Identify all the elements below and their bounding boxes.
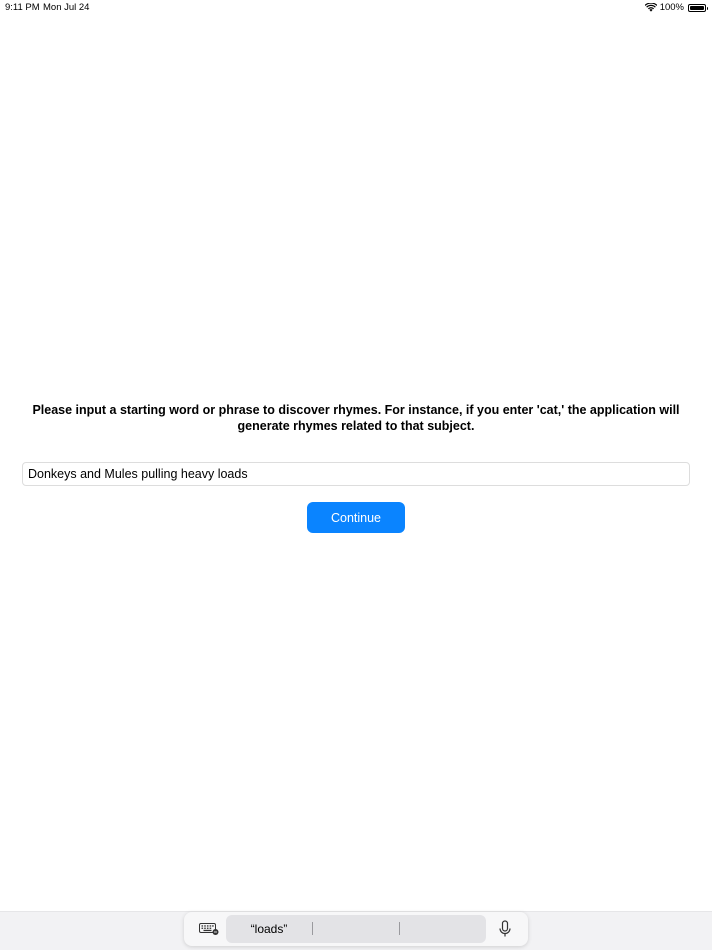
status-time: 9:11 PM [5,2,40,13]
rhyme-input[interactable] [22,462,690,486]
wifi-icon [644,3,657,12]
suggestion-item-1[interactable]: “loads” [226,915,312,943]
screen: 9:11 PM Mon Jul 24 100% Please input a s… [0,0,712,950]
status-bar: 9:11 PM Mon Jul 24 100% [0,0,712,16]
battery-percent: 100% [659,2,684,13]
battery-icon [688,3,708,12]
keyboard-icon[interactable] [199,923,219,935]
instructions-text: Please input a starting word or phrase t… [32,403,680,433]
suggestion-item-2[interactable] [313,915,398,943]
microphone-icon[interactable] [498,920,512,938]
status-date: Mon Jul 24 [43,2,90,13]
battery-level [690,5,704,10]
status-indicators: 100% [644,2,708,13]
suggestion-item-3[interactable] [400,915,486,943]
continue-button[interactable]: Continue [307,502,405,533]
